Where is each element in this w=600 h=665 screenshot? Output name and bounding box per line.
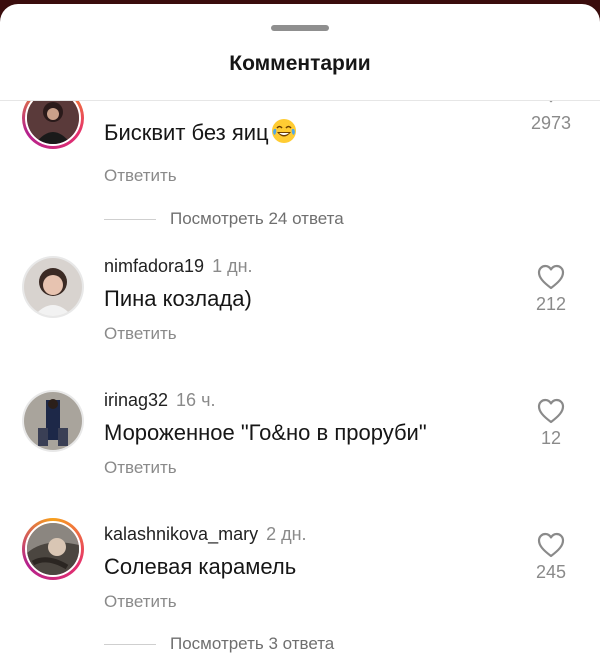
like-count: 212 <box>535 294 567 314</box>
heart-outline-icon <box>549 101 553 103</box>
reply-button[interactable]: Ответить <box>104 592 177 612</box>
avatar[interactable] <box>22 256 84 318</box>
reply-button[interactable]: Ответить <box>104 458 177 478</box>
heart-outline-icon <box>537 398 565 424</box>
comment-time: 1 дн. <box>212 256 253 276</box>
comments-sheet: Комментарии Бисквит без яиц Ответить 297… <box>0 4 600 665</box>
tears-of-joy-emoji <box>271 119 296 143</box>
avatar[interactable] <box>22 518 84 580</box>
comment-text: Мороженное "Го&но в проруби" <box>104 420 427 445</box>
like-button[interactable]: 2973 <box>520 101 582 134</box>
heart-outline-icon <box>537 532 565 558</box>
reply-button[interactable]: Ответить <box>104 166 177 186</box>
like-count: 12 <box>540 428 562 448</box>
view-replies-button[interactable]: Посмотреть 24 ответа <box>104 209 344 229</box>
comment-username[interactable]: nimfadora19 1 дн. <box>104 256 253 277</box>
avatar[interactable] <box>22 101 84 149</box>
comment-list[interactable]: Бисквит без яиц Ответить 2973 Посмотреть… <box>0 101 600 665</box>
heart-outline-icon <box>537 264 565 290</box>
like-button[interactable]: 245 <box>520 532 582 583</box>
sheet-title: Комментарии <box>229 52 371 75</box>
comment-username[interactable]: irinag32 16 ч. <box>104 390 215 411</box>
like-count: 245 <box>535 562 567 582</box>
avatar[interactable] <box>22 390 84 452</box>
comment-text: Бисквит без яиц <box>104 118 297 146</box>
like-count: 2973 <box>530 113 572 133</box>
sheet-drag-handle[interactable] <box>271 25 329 31</box>
comment-time: 2 дн. <box>266 524 307 544</box>
view-replies-button[interactable]: Посмотреть 3 ответа <box>104 634 334 654</box>
comment-text: Пина козлада) <box>104 286 252 311</box>
reply-button[interactable]: Ответить <box>104 324 177 344</box>
comment-username[interactable]: kalashnikova_mary 2 дн. <box>104 524 307 545</box>
comment-text: Солевая карамель <box>104 554 297 579</box>
like-button[interactable]: 212 <box>520 264 582 315</box>
like-button[interactable]: 12 <box>520 398 582 449</box>
comment-time: 16 ч. <box>176 390 216 410</box>
